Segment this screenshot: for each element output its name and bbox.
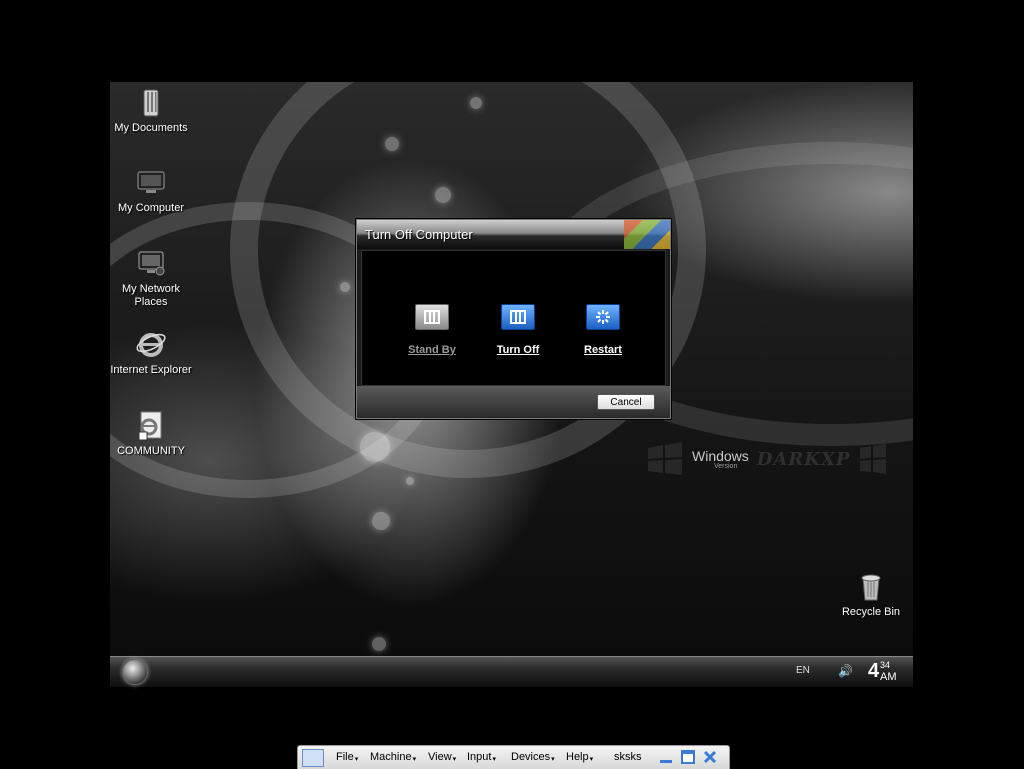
bokeh-light <box>470 97 482 109</box>
menu-input[interactable]: Input <box>467 751 496 763</box>
turn-off-button[interactable]: Turn Off <box>483 304 553 358</box>
desktop-icon-label: COMMUNITY <box>117 445 185 457</box>
clock-hour: 4 <box>868 660 880 682</box>
turn-off-computer-dialog: Turn Off Computer Stand By Turn Off Rest… <box>356 219 671 419</box>
dialog-footer: Cancel <box>357 386 670 418</box>
bokeh-light <box>385 137 399 151</box>
start-button[interactable] <box>122 659 148 685</box>
menu-help[interactable]: Help <box>566 751 593 763</box>
bokeh-light <box>360 432 390 462</box>
stand-by-icon <box>415 304 449 330</box>
recycle-bin-icon <box>861 574 881 601</box>
bokeh-light <box>340 282 350 292</box>
desktop-icon-label: Recycle Bin <box>841 606 901 618</box>
desktop-icon-label: My Computer <box>117 202 185 214</box>
restart-button[interactable]: Restart <box>568 304 638 358</box>
menu-file[interactable]: File <box>336 751 358 763</box>
menu-view[interactable]: View <box>428 751 456 763</box>
menu-machine[interactable]: Machine <box>370 751 416 763</box>
cancel-button[interactable]: Cancel <box>597 394 655 410</box>
windows-brand-watermark: Windows Version DARKXP <box>646 442 888 476</box>
bokeh-light <box>372 512 390 530</box>
vm-name: sksks <box>614 751 642 763</box>
language-indicator[interactable]: EN <box>796 665 810 676</box>
pin-icon[interactable] <box>302 749 324 767</box>
restart-label: Restart <box>584 344 622 356</box>
bokeh-light <box>435 187 451 203</box>
desktop-icon-my-documents[interactable]: My Documents <box>110 86 196 135</box>
desktop-icon-my-network-places[interactable]: My Network Places <box>110 247 196 309</box>
dialog-title-bar[interactable]: Turn Off Computer <box>357 220 670 249</box>
windows-logo-icon <box>648 442 682 475</box>
stand-by-button[interactable]: Stand By <box>397 304 467 358</box>
desktop-icon-internet-explorer[interactable]: Internet Explorer <box>110 328 196 377</box>
brand-sub: Version <box>714 463 738 470</box>
menu-devices[interactable]: Devices <box>511 751 555 763</box>
bokeh-light <box>372 637 386 651</box>
desktop-icon-recycle-bin[interactable]: Recycle Bin <box>826 570 913 619</box>
taskbar: EN 🔊 4 34 AM <box>110 656 913 687</box>
dialog-title: Turn Off Computer <box>365 227 473 242</box>
desktop-icon-label: My Documents <box>114 122 188 134</box>
clock-ampm: AM <box>880 671 897 683</box>
computer-monitor-icon <box>137 171 165 193</box>
minimize-icon[interactable] <box>658 749 674 765</box>
desktop-icon-community[interactable]: COMMUNITY <box>110 409 196 458</box>
close-icon[interactable] <box>702 749 718 765</box>
internet-explorer-icon <box>136 333 166 357</box>
folder-documents-icon <box>143 89 159 117</box>
brand-name: Windows <box>692 448 749 464</box>
turn-off-label: Turn Off <box>496 344 540 356</box>
community-shortcut-icon <box>138 411 162 441</box>
virtualbox-mini-toolbar: File Machine View Input Devices Help sks… <box>297 745 730 769</box>
stand-by-label: Stand By <box>408 344 456 356</box>
windows-logo-icon <box>860 444 887 474</box>
taskbar-clock[interactable]: 4 34 AM <box>868 660 897 683</box>
windows-flag-icon <box>624 220 670 249</box>
desktop-icon-label: My Network Places <box>121 283 181 308</box>
restore-icon[interactable] <box>680 749 696 765</box>
desktop-icon-label: Internet Explorer <box>110 364 192 376</box>
volume-icon[interactable]: 🔊 <box>838 664 853 678</box>
clock-minutes: 34 <box>880 660 891 670</box>
dialog-body: Stand By Turn Off Restart <box>361 250 666 386</box>
bokeh-light <box>406 477 414 485</box>
turn-off-icon <box>501 304 535 330</box>
brand-graffiti: DARKXP <box>756 448 851 470</box>
restart-icon <box>586 304 620 330</box>
desktop-icon-my-computer[interactable]: My Computer <box>110 166 196 215</box>
network-places-icon <box>138 251 165 276</box>
